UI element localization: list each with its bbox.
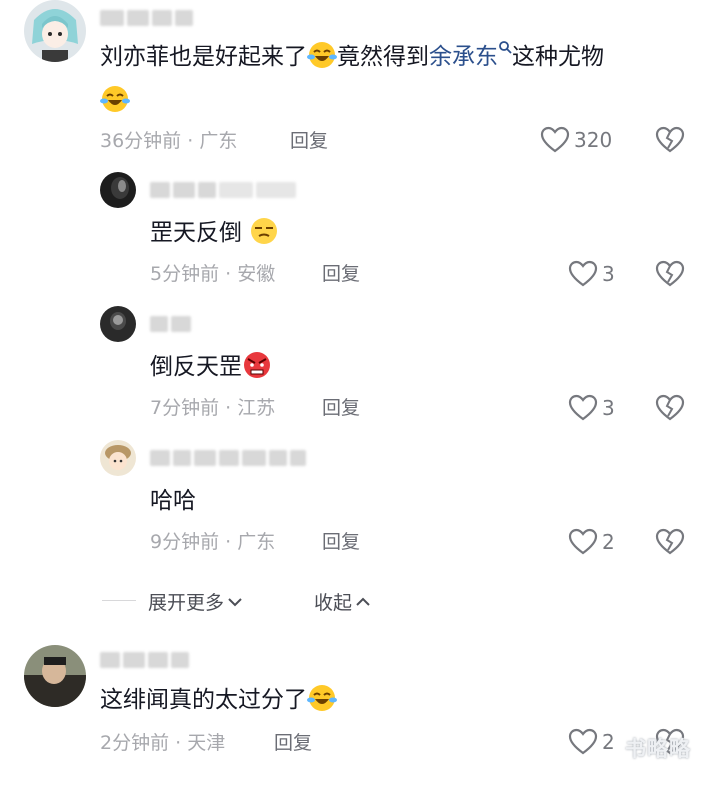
unamused-emoji-icon bbox=[251, 218, 278, 244]
laughing-tears-emoji-icon bbox=[100, 86, 130, 112]
like-count: 320 bbox=[574, 128, 613, 152]
comment-text: 这绯闻真的太过分了 bbox=[100, 683, 337, 717]
angry-face-emoji-icon bbox=[244, 352, 270, 378]
reply-text: 倒反天罡 bbox=[150, 350, 272, 384]
laughing-tears-emoji-icon bbox=[307, 42, 337, 68]
heart-outline-icon bbox=[568, 394, 598, 421]
heart-outline-icon bbox=[568, 728, 598, 755]
comment-text: 刘亦菲也是好起来了 竟然得到余承东 这种尤物 bbox=[100, 40, 604, 74]
reply-button[interactable]: 回复 bbox=[322, 530, 360, 554]
comment-text-continued bbox=[100, 84, 130, 118]
comment-meta: 36分钟前 · 广东 bbox=[100, 130, 238, 152]
comment-meta: 2分钟前 · 天津 bbox=[100, 732, 226, 754]
username-blurred[interactable] bbox=[100, 650, 189, 670]
like-button[interactable]: 3 bbox=[568, 260, 615, 288]
reply-button[interactable]: 回复 bbox=[322, 262, 360, 286]
username-blurred[interactable] bbox=[100, 8, 193, 28]
username-blurred[interactable] bbox=[150, 180, 296, 200]
reply-text: 罡天反倒 bbox=[150, 216, 279, 250]
mention-link[interactable]: 余承东 bbox=[429, 44, 498, 70]
laughing-tears-emoji-icon bbox=[307, 685, 337, 711]
expand-divider bbox=[102, 600, 136, 601]
heart-outline-icon bbox=[540, 126, 570, 153]
reply-meta: 7分钟前 · 江苏 bbox=[150, 397, 276, 419]
broken-heart-icon[interactable] bbox=[655, 126, 685, 154]
like-count: 2 bbox=[602, 730, 615, 754]
like-button[interactable]: 2 bbox=[568, 528, 615, 556]
avatar[interactable] bbox=[24, 645, 86, 707]
avatar[interactable] bbox=[100, 440, 136, 476]
like-count: 3 bbox=[602, 396, 615, 420]
avatar[interactable] bbox=[100, 306, 136, 342]
avatar[interactable] bbox=[24, 0, 86, 62]
reply-button[interactable]: 回复 bbox=[274, 731, 312, 755]
broken-heart-icon[interactable] bbox=[655, 394, 685, 422]
collapse-button[interactable]: 收起 bbox=[314, 588, 372, 615]
like-count: 3 bbox=[602, 262, 615, 286]
reply-button[interactable]: 回复 bbox=[322, 396, 360, 420]
like-button[interactable]: 3 bbox=[568, 394, 615, 422]
like-button[interactable]: 320 bbox=[540, 126, 612, 154]
username-blurred[interactable] bbox=[150, 448, 306, 468]
chevron-down-icon bbox=[228, 597, 242, 606]
username-blurred[interactable] bbox=[150, 314, 191, 334]
reply-text: 哈哈 bbox=[150, 488, 196, 514]
broken-heart-icon[interactable] bbox=[655, 528, 685, 556]
search-icon[interactable] bbox=[498, 40, 512, 54]
heart-outline-icon bbox=[568, 528, 598, 555]
like-count: 2 bbox=[602, 530, 615, 554]
avatar[interactable] bbox=[100, 172, 136, 208]
heart-outline-icon bbox=[568, 260, 598, 287]
reply-meta: 5分钟前 · 安徽 bbox=[150, 263, 276, 285]
chevron-up-icon bbox=[356, 597, 370, 606]
reply-meta: 9分钟前 · 广东 bbox=[150, 531, 276, 553]
like-button[interactable]: 2 bbox=[568, 728, 615, 756]
reply-button[interactable]: 回复 bbox=[290, 129, 328, 153]
expand-more-button[interactable]: 展开更多 bbox=[148, 588, 244, 615]
watermark: 书略略 bbox=[625, 737, 691, 761]
broken-heart-icon[interactable] bbox=[655, 260, 685, 288]
